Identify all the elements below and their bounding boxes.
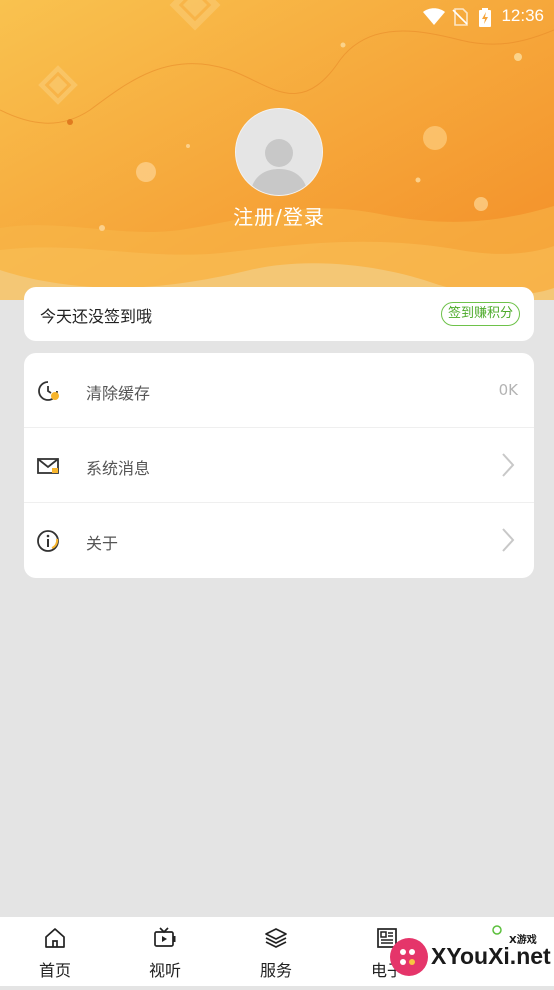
cache-size-value: 0K: [498, 381, 518, 399]
nav-item-home[interactable]: 首页: [0, 917, 110, 986]
nav-label: 服务: [259, 961, 292, 980]
chevron-right-icon: [502, 453, 515, 477]
nav-item-media[interactable]: 视听: [110, 917, 220, 986]
battery-charging-icon: [479, 8, 491, 27]
menu-item-system-messages[interactable]: 系统消息: [24, 428, 534, 503]
watermark-text: XYouXi.net: [431, 943, 551, 969]
signin-button[interactable]: 签到赚积分: [440, 302, 520, 326]
home-icon: [45, 928, 65, 948]
status-time: 12:36: [501, 6, 544, 25]
menu-item-about[interactable]: 关于: [24, 503, 534, 578]
wifi-icon: [423, 8, 445, 25]
nav-label: 首页: [38, 961, 71, 980]
info-icon: [37, 530, 59, 552]
signin-card: 今天还没签到哦 签到赚积分: [24, 287, 534, 341]
menu-item-label: 关于: [86, 534, 119, 553]
layers-icon: [265, 928, 287, 948]
default-avatar-icon: [236, 109, 322, 195]
status-bar: 12:36: [0, 0, 554, 34]
avatar[interactable]: [235, 108, 323, 196]
no-sim-icon: [452, 8, 468, 26]
login-register-link[interactable]: 注册/登录: [0, 201, 554, 230]
nav-item-services[interactable]: 服务: [221, 917, 331, 986]
signin-status-text: 今天还没签到哦: [40, 307, 153, 326]
menu-item-label: 清除缓存: [86, 384, 151, 403]
clock-icon: [38, 381, 59, 401]
watermark: X游戏 XYouXi.net: [383, 925, 554, 986]
settings-menu: 清除缓存 0K 系统消息 关于: [24, 353, 534, 578]
profile-header: 12:36 注册/登录: [0, 0, 554, 300]
menu-item-clear-cache[interactable]: 清除缓存 0K: [24, 353, 534, 428]
nav-label: 视听: [148, 961, 181, 980]
mail-icon: [37, 458, 59, 474]
menu-item-label: 系统消息: [86, 459, 151, 478]
video-icon: [154, 927, 176, 947]
chevron-right-icon: [502, 528, 515, 552]
